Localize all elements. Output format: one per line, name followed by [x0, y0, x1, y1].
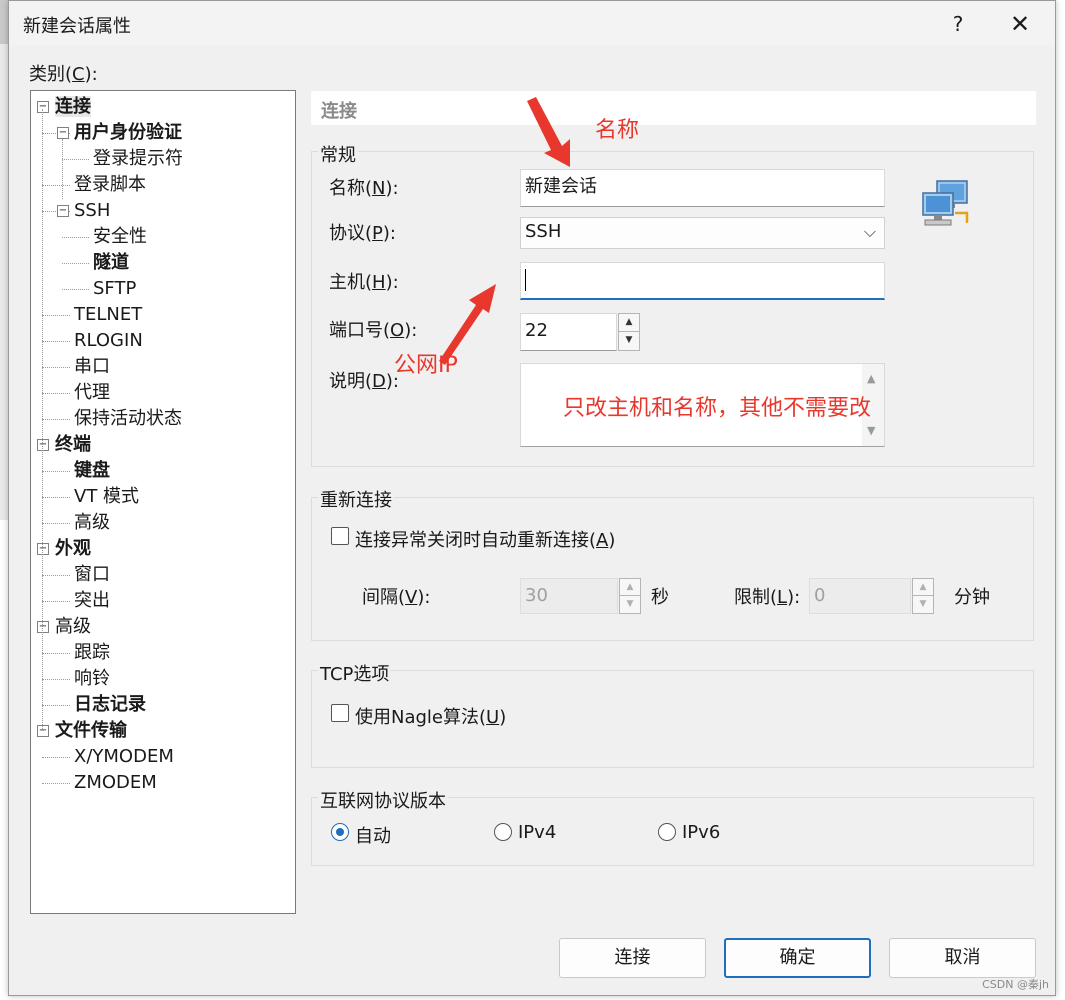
- annotation-arrows: [439, 97, 570, 365]
- annotation-name: 名称: [595, 118, 640, 143]
- arrow-to-name-icon: [527, 97, 570, 167]
- watermark: CSDN @秦jh: [982, 978, 1049, 991]
- annotation-note: 只改主机和名称，其他不需要改: [563, 396, 872, 421]
- annotation-public-ip: 公网IP: [394, 353, 458, 378]
